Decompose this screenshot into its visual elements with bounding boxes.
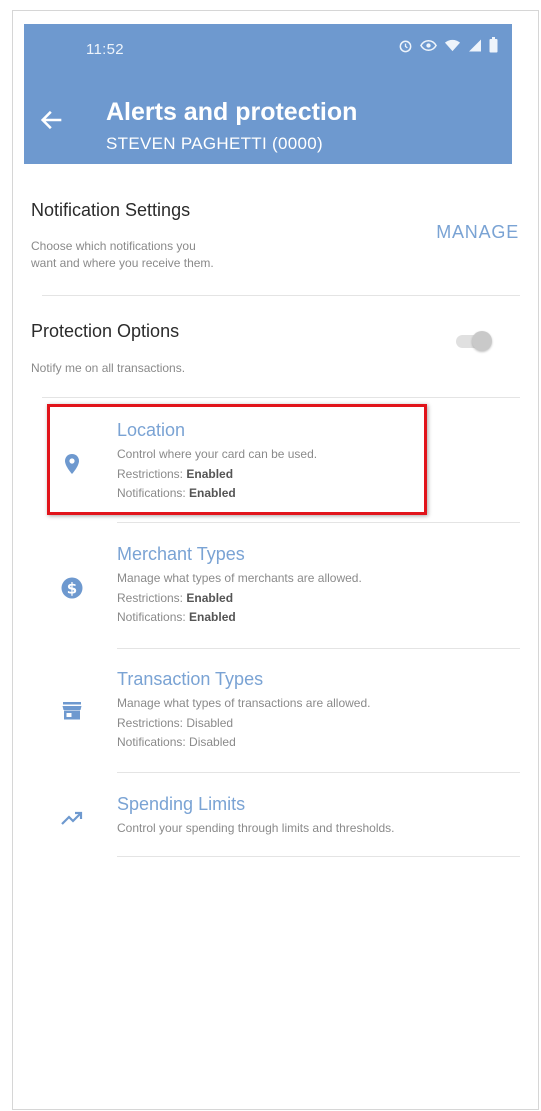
option-notifications: Notifications: Disabled	[117, 735, 236, 749]
divider	[42, 397, 520, 398]
option-description: Manage what types of merchants are allow…	[117, 571, 362, 585]
divider	[117, 856, 520, 857]
highlight-box	[47, 404, 427, 515]
divider	[117, 522, 520, 523]
wifi-icon	[444, 39, 461, 51]
option-title: Merchant Types	[117, 544, 245, 564]
option-merchant-types[interactable]: $ Merchant Types Manage what types of me…	[40, 544, 510, 634]
notification-settings-description: Choose which notifications you want and …	[31, 239, 214, 270]
page-subtitle: STEVEN PAGHETTI (0000)	[106, 134, 323, 153]
protection-options-title: Protection Options	[31, 321, 180, 341]
protection-options-description: Notify me on all transactions.	[31, 361, 186, 375]
status-time: 11:52	[86, 41, 124, 58]
trending-up-icon	[61, 811, 83, 825]
page-title: Alerts and protection	[106, 98, 358, 126]
option-notifications: Notifications: Enabled	[117, 610, 236, 624]
option-restrictions: Restrictions: Disabled	[117, 716, 234, 730]
option-transaction-types[interactable]: Transaction Types Manage what types of t…	[40, 669, 510, 759]
divider	[117, 648, 520, 649]
option-title: Transaction Types	[117, 669, 264, 689]
divider	[42, 295, 520, 296]
toggle-knob	[472, 331, 492, 351]
notify-all-toggle[interactable]	[452, 330, 492, 352]
option-title: Spending Limits	[117, 794, 246, 814]
battery-icon	[489, 37, 498, 53]
svg-text:$: $	[67, 580, 77, 598]
option-description: Manage what types of transactions are al…	[117, 696, 371, 710]
divider	[117, 772, 520, 773]
storefront-icon	[62, 702, 82, 720]
arrow-left-icon[interactable]	[38, 106, 66, 134]
manage-button[interactable]: MANAGE	[436, 222, 519, 243]
status-icons	[398, 37, 498, 53]
option-restrictions: Restrictions: Enabled	[117, 591, 234, 605]
app-bar: 11:52 Alerts and protection STEVEN PAGHE…	[24, 24, 512, 164]
eye-icon	[420, 39, 437, 51]
notification-settings-title: Notification Settings	[31, 200, 191, 220]
dollar-circle-icon: $	[61, 577, 83, 599]
option-description: Control your spending through limits and…	[117, 821, 395, 835]
signal-icon	[469, 39, 481, 51]
option-spending-limits[interactable]: Spending Limits Control your spending th…	[40, 794, 510, 844]
alarm-icon	[399, 40, 412, 52]
